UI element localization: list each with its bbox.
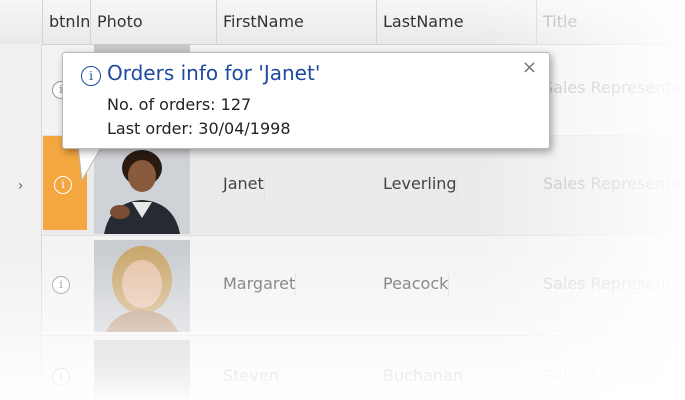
orders-info-tooltip: i Orders info for 'Janet' No. of orders:… (62, 52, 550, 149)
tooltip-pointer (77, 146, 103, 182)
title-cell[interactable]: Sales Manager (537, 366, 661, 390)
table-row[interactable]: i Steven Buchanan Sales Manager (0, 336, 685, 400)
firstname-cell[interactable]: Janet (217, 174, 265, 198)
grid-header: btnIn Photo FirstName LastName Title (0, 0, 685, 45)
row-header[interactable] (0, 336, 42, 400)
margaret-portrait (94, 240, 190, 332)
btnin-column-header[interactable]: btnIn (43, 0, 91, 44)
info-icon: i (59, 278, 63, 291)
lastname-cell[interactable]: Peacock (377, 274, 450, 298)
lastname-cell[interactable]: Leverling (377, 174, 458, 198)
firstname-cell[interactable]: Steven (217, 366, 280, 390)
row-indicator-header (0, 0, 43, 44)
info-icon: i (81, 66, 101, 86)
firstname-cell[interactable]: Margaret (217, 274, 297, 298)
chevron-right-icon: › (17, 178, 24, 194)
last-order-date: Last order: 30/04/1998 (107, 119, 291, 138)
info-button[interactable]: i (52, 276, 70, 294)
lastname-column-header[interactable]: LastName (377, 0, 537, 44)
info-button[interactable]: i (52, 368, 70, 386)
info-icon: i (61, 178, 65, 191)
employee-photo (94, 240, 190, 332)
title-cell[interactable]: Sales Representa... (537, 274, 685, 298)
title-cell[interactable]: Sales Representa... (537, 78, 685, 102)
title-cell[interactable]: Sales Representa... (537, 174, 685, 198)
close-icon[interactable]: × (522, 57, 537, 78)
title-column-header[interactable]: Title (537, 0, 685, 44)
tooltip-title: Orders info for 'Janet' (107, 61, 321, 85)
info-glyph: i (89, 69, 93, 83)
orders-count: No. of orders: 127 (107, 95, 252, 114)
employee-photo (94, 340, 190, 400)
firstname-column-header[interactable]: FirstName (217, 0, 377, 44)
photo-column-header[interactable]: Photo (91, 0, 217, 44)
info-icon: i (59, 370, 63, 383)
current-row-indicator[interactable]: › (0, 136, 42, 236)
row-header[interactable] (0, 236, 42, 336)
table-row[interactable]: i Margaret Peacock Sales Representa... (0, 236, 685, 336)
row-header[interactable] (0, 44, 42, 136)
lastname-cell[interactable]: Buchanan (377, 366, 464, 390)
